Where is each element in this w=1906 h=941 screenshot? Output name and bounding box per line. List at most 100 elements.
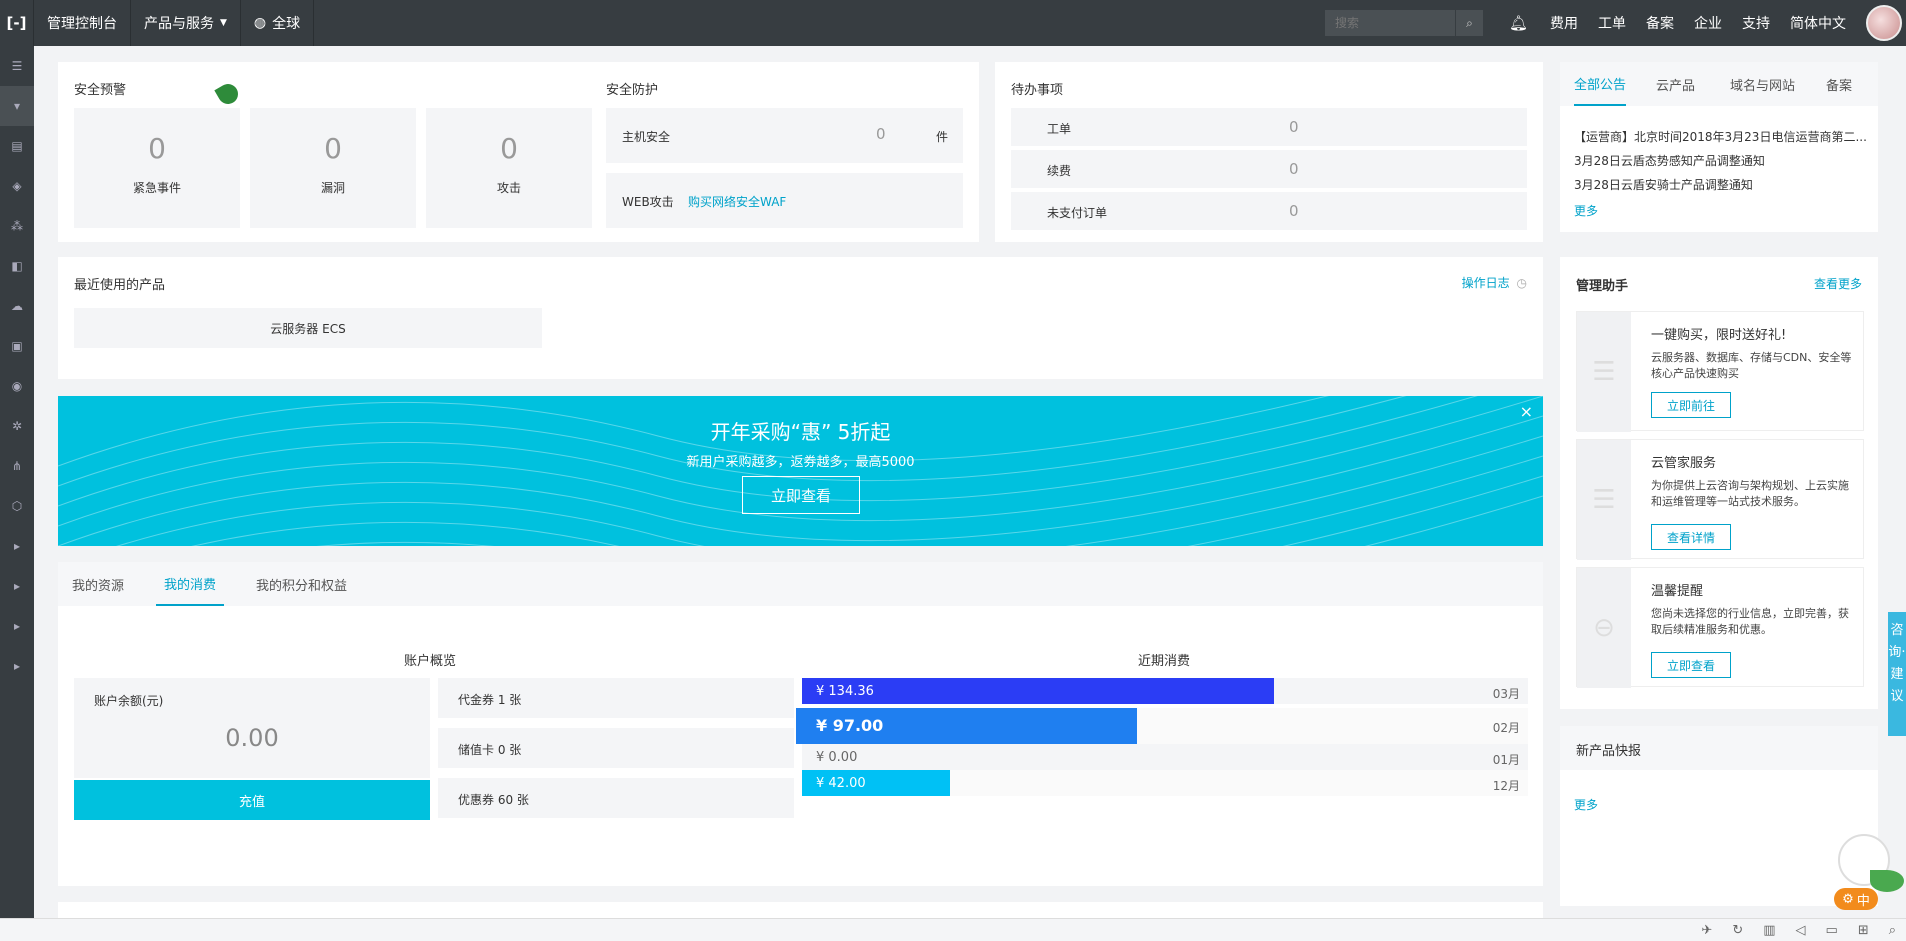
ticket-link[interactable]: 工单 [1588, 13, 1636, 33]
alert-attack[interactable]: 0 攻击 [426, 108, 592, 228]
tree-icon[interactable]: ⋔ [0, 446, 34, 486]
search-input[interactable] [1324, 10, 1455, 36]
enterprise-link[interactable]: 企业 [1684, 13, 1732, 33]
tab-my-resources[interactable]: 我的资源 [72, 562, 124, 606]
alert-urgent[interactable]: 0 紧急事件 [74, 108, 240, 228]
avatar[interactable] [1866, 5, 1902, 41]
server-icon: ☰ [1577, 312, 1631, 432]
todo-renew-row[interactable]: 续费 0 [1011, 150, 1527, 188]
bell-icon[interactable]: 🔔︎ [1497, 14, 1540, 32]
go-now-button[interactable]: 立即前往 [1651, 392, 1731, 418]
window-icon[interactable]: ▭ [1826, 923, 1838, 938]
top-navigation-bar: [-] 管理控制台 产品与服务 ▼ ◍ 全球 ⌕ 🔔︎ 费用 工单 备案 企业 支持… [0, 0, 1906, 46]
view-details-button[interactable]: 查看详情 [1651, 524, 1731, 550]
grid-icon[interactable]: ⊞ [1858, 923, 1869, 938]
cluster-icon[interactable]: ✲ [0, 406, 34, 446]
todo-unpaid-value: 0 [1289, 202, 1299, 220]
new-products-more-link[interactable]: 更多 [1574, 796, 1598, 813]
announcement-card: 全部公告 云产品 域名与网站 备案 【运营商】北京时间2018年3月23日电信运… [1560, 62, 1878, 232]
todo-ticket-row[interactable]: 工单 0 [1011, 108, 1527, 146]
gear-icon: ⚙ [1842, 891, 1854, 907]
announcement-more-link[interactable]: 更多 [1574, 202, 1598, 219]
icp-link[interactable]: 备案 [1636, 13, 1684, 33]
speaker-icon[interactable]: ◁ [1796, 923, 1806, 938]
cloud-icon[interactable]: ☁ [0, 286, 34, 326]
aliyun-logo[interactable]: [-] [0, 0, 34, 46]
chevron-right-icon[interactable]: ▸ [0, 566, 34, 606]
database-icon[interactable]: ◈ [0, 166, 34, 206]
recent-product-ecs[interactable]: 云服务器 ECS [74, 308, 542, 348]
security-card: 安全预警 0 紧急事件 0 漏洞 0 攻击 安全防护 主机安全 0 件 WEB攻… [58, 62, 979, 242]
globe-icon: ◍ [253, 15, 267, 31]
voucher-row[interactable]: 代金券 1 张 [438, 678, 794, 718]
alert-attack-value: 0 [500, 132, 518, 165]
support-link[interactable]: 支持 [1732, 13, 1780, 33]
host-security-row[interactable]: 主机安全 0 件 [606, 108, 963, 163]
storage-icon[interactable]: ◧ [0, 246, 34, 286]
recent-products-title: 最近使用的产品 [74, 278, 166, 293]
new-products-card: 新产品快报 更多 [1560, 726, 1878, 906]
stored-card-row[interactable]: 储值卡 0 张 [438, 728, 794, 768]
buy-waf-link[interactable]: 购买网络安全WAF [688, 193, 786, 210]
tab-my-points[interactable]: 我的积分和权益 [256, 562, 347, 606]
tab-cloud-products[interactable]: 云产品 [1656, 62, 1695, 106]
leaf-decoration [214, 80, 242, 108]
todo-renew-label: 续费 [1047, 164, 1072, 178]
operation-log-link[interactable]: 操作日志 ◷ [1462, 274, 1527, 291]
menu-toggle-icon[interactable]: ☰ [0, 46, 34, 86]
stored-card-label: 储值卡 0 张 [458, 743, 522, 757]
shield-icon[interactable]: ⬡ [0, 486, 34, 526]
fees-link[interactable]: 费用 [1540, 13, 1588, 33]
spend-amount: ¥ 42.00 [816, 776, 866, 791]
announcement-item[interactable]: 3月28日云盾态势感知产品调整通知 [1574, 152, 1765, 169]
assistant-card-service: ☰ 云管家服务 为你提供上云咨询与架构规划、上云实施和运维管理等一站式技术服务。… [1576, 439, 1864, 560]
chevron-right-icon[interactable]: ▸ [0, 646, 34, 686]
assistant-title: 管理助手 [1576, 279, 1629, 294]
banner-view-button[interactable]: 立即查看 [742, 476, 860, 514]
recharge-button[interactable]: 充值 [74, 780, 430, 820]
resource-tabs: 我的资源 我的消费 我的积分和权益 [58, 562, 1543, 606]
tab-icp[interactable]: 备案 [1826, 62, 1852, 106]
view-now-button[interactable]: 立即查看 [1651, 652, 1731, 678]
search-icon[interactable]: ⌕ [1889, 923, 1896, 938]
host-security-value: 0 [876, 125, 886, 143]
server-icon: ☰ [1577, 440, 1631, 560]
tab-my-consumption[interactable]: 我的消费 [156, 562, 225, 606]
assistant-more-link[interactable]: 查看更多 [1814, 275, 1862, 292]
reminder-icon: ⊖ [1577, 568, 1631, 688]
todo-renew-value: 0 [1289, 160, 1299, 178]
products-menu[interactable]: 产品与服务 ▼ [131, 0, 241, 46]
announcement-item[interactable]: 【运营商】北京时间2018年3月23日电信运营商第二... [1574, 128, 1870, 145]
console-link[interactable]: 管理控制台 [34, 0, 131, 46]
eye-icon[interactable]: ◉ [0, 366, 34, 406]
balance-box: 账户余额(元) 0.00 [74, 678, 430, 778]
feedback-widget[interactable]: 咨询·建议 [1888, 612, 1906, 736]
alert-vulnerability[interactable]: 0 漏洞 [250, 108, 416, 228]
refresh-icon[interactable]: ↻ [1732, 923, 1743, 938]
network-icon[interactable]: ⁂ [0, 206, 34, 246]
pin-icon[interactable]: ✈ [1701, 923, 1712, 938]
chevron-right-icon[interactable]: ▸ [0, 606, 34, 646]
recent-spend-title: 近期消费 [1138, 654, 1191, 669]
trash-icon[interactable]: ▥ [1763, 923, 1775, 938]
assistant-card-buy: ☰ 一键购买，限时送好礼! 云服务器、数据库、存储与CDN、安全等核心产品快速购… [1576, 311, 1864, 432]
todo-unpaid-row[interactable]: 未支付订单 0 [1011, 192, 1527, 230]
status-toolbar: ✈ ↻ ▥ ◁ ▭ ⊞ ⌕ [0, 918, 1906, 941]
announcement-item[interactable]: 3月28日云盾安骑士产品调整通知 [1574, 176, 1753, 193]
banner-close-icon[interactable]: × [1520, 402, 1533, 421]
collapse-icon[interactable]: ▾ [0, 86, 34, 126]
coupon-row[interactable]: 优惠券 60 张 [438, 778, 794, 818]
tab-domains[interactable]: 域名与网站 [1730, 62, 1795, 106]
tab-all-announcements[interactable]: 全部公告 [1574, 62, 1627, 106]
server-icon[interactable]: ▤ [0, 126, 34, 166]
assistant-card-title: 温馨提醒 [1651, 584, 1704, 599]
chip-icon[interactable]: ▣ [0, 326, 34, 366]
promo-banner[interactable]: 开年采购“惠” 5折起 新用户采购越多，返券越多，最高5000 立即查看 × [58, 396, 1543, 546]
search-icon[interactable]: ⌕ [1454, 10, 1483, 36]
ime-indicator[interactable]: ⚙ 中 [1834, 888, 1878, 910]
chevron-right-icon[interactable]: ▸ [0, 526, 34, 566]
todo-ticket-label: 工单 [1047, 122, 1072, 136]
language-link[interactable]: 简体中文 [1780, 13, 1856, 33]
region-selector[interactable]: ◍ 全球 [241, 0, 315, 46]
alert-vulnerability-value: 0 [324, 132, 342, 165]
